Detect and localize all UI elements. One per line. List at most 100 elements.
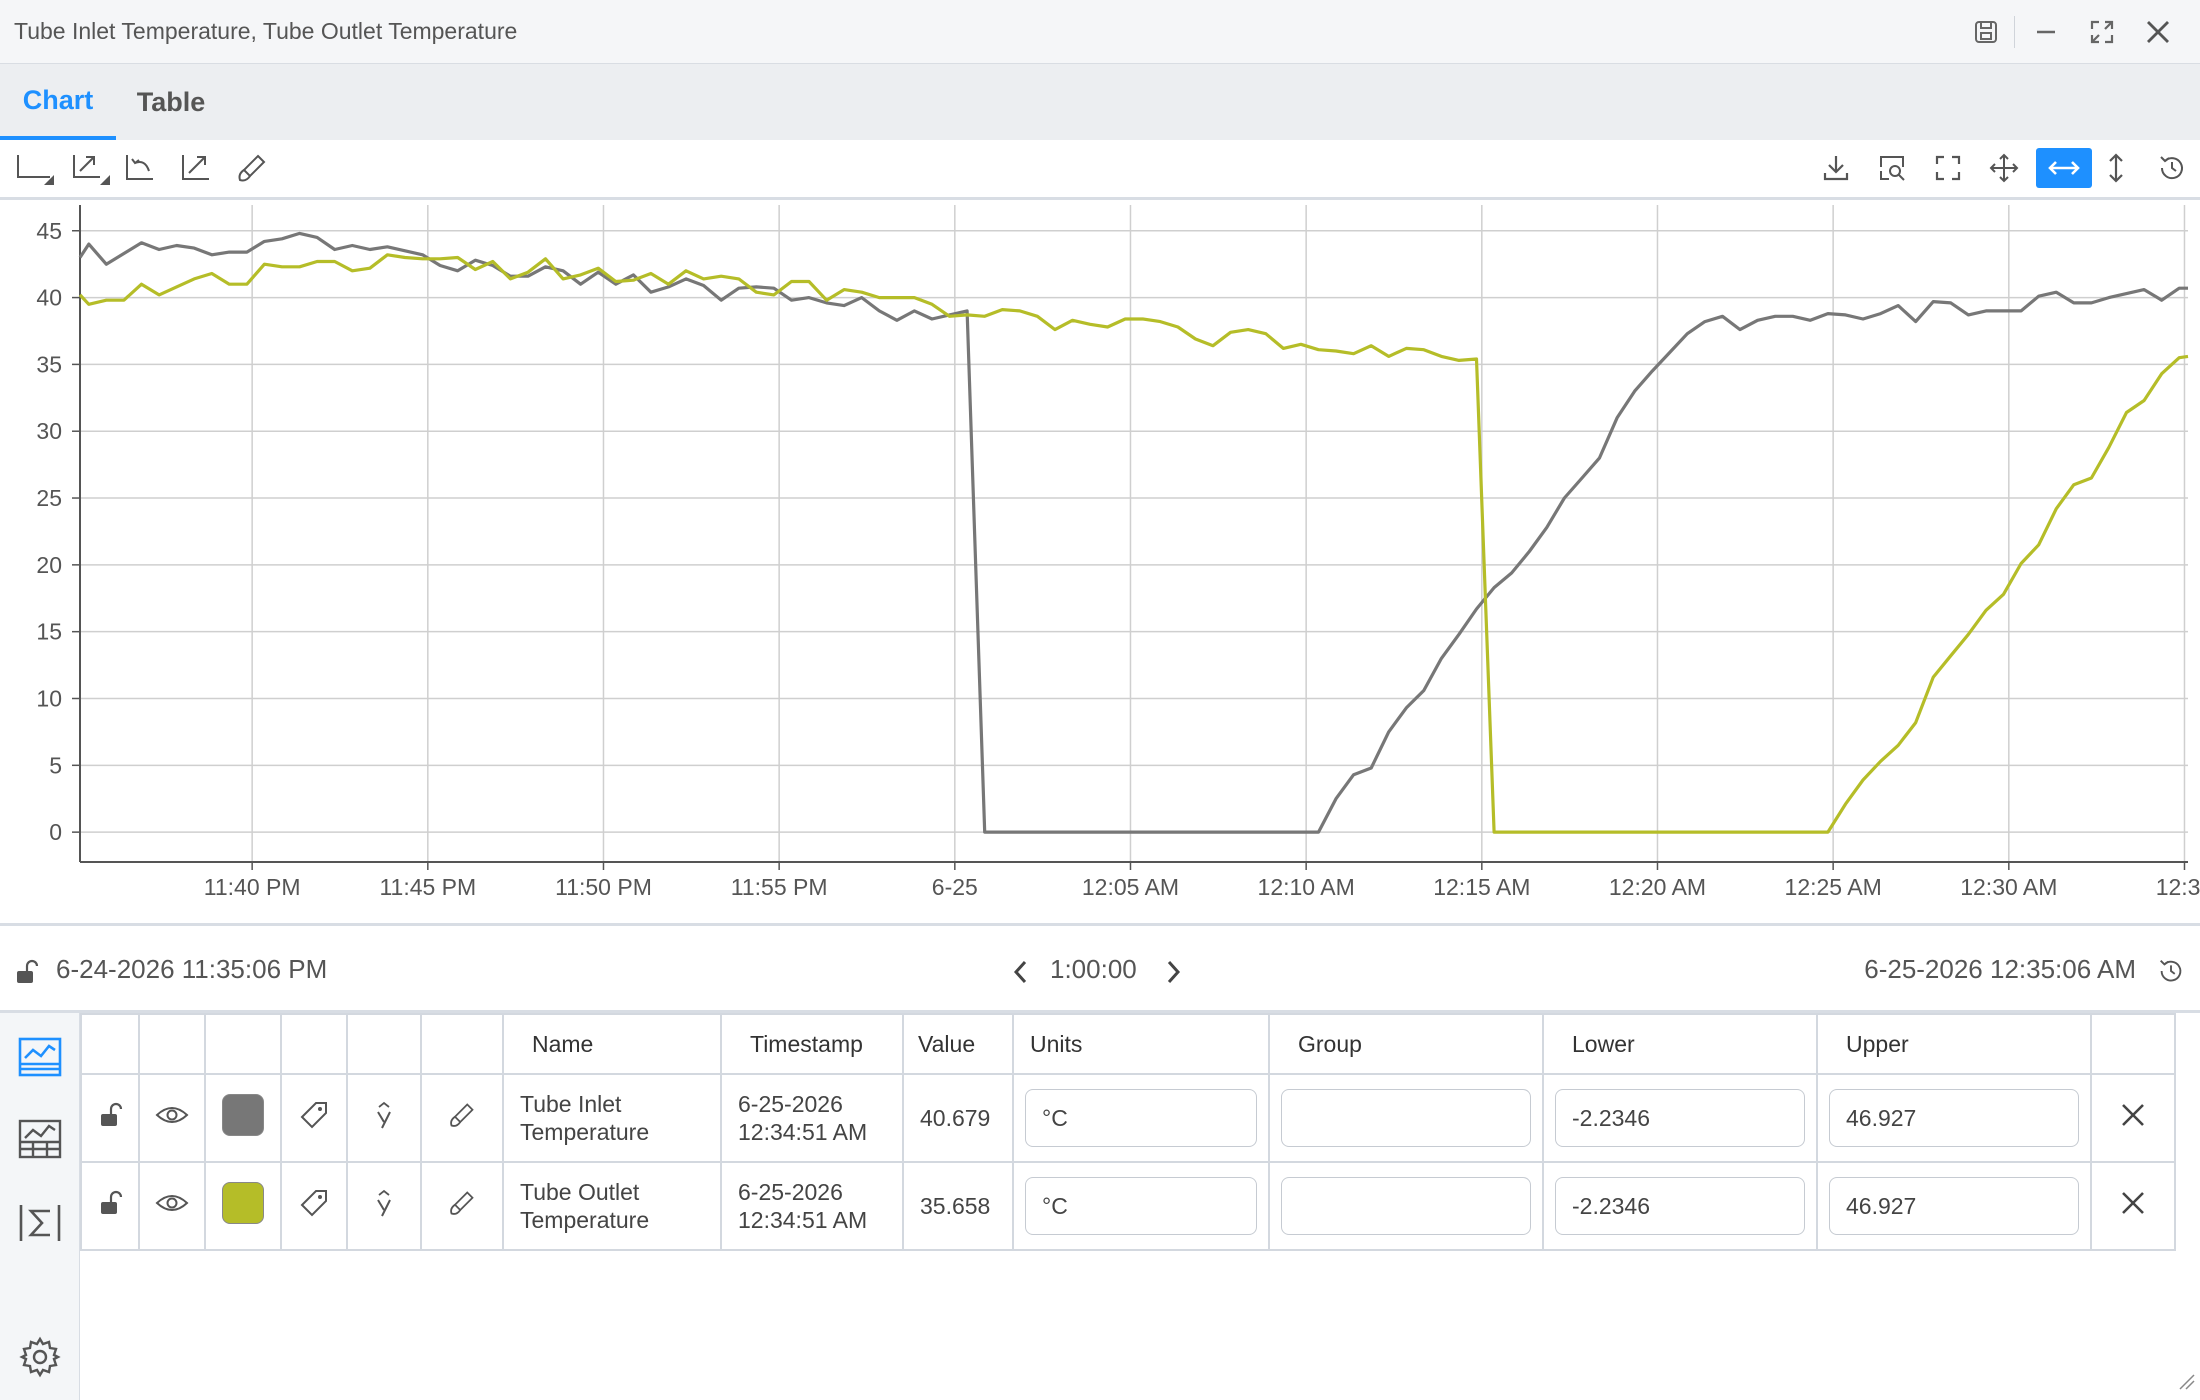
zoom-select-icon[interactable] <box>1870 148 1914 188</box>
unlock-icon[interactable] <box>97 1190 123 1216</box>
lower-field[interactable]: -2.2346 <box>1555 1089 1805 1147</box>
range-duration[interactable]: 1:00:00 <box>1050 954 1137 985</box>
x-tick-label: 12:05 AM <box>1082 874 1179 900</box>
vertical-zoom-icon[interactable] <box>2094 148 2138 188</box>
row-color[interactable] <box>204 1073 282 1163</box>
minimize-icon[interactable] <box>2028 14 2064 50</box>
upper-field[interactable]: 46.927 <box>1829 1089 2079 1147</box>
autoscale-icon[interactable] <box>174 148 218 188</box>
reset-time-icon[interactable] <box>2154 954 2188 988</box>
row-lower[interactable]: -2.2346 <box>1542 1073 1818 1163</box>
row-color[interactable] <box>204 1161 282 1251</box>
chevron-left-icon[interactable] <box>1004 954 1036 990</box>
y-tick-label: 25 <box>36 485 62 511</box>
x-tick-label: 11:50 PM <box>555 874 652 900</box>
eye-icon[interactable] <box>155 1103 189 1127</box>
upper-field[interactable]: 46.927 <box>1829 1177 2079 1235</box>
zoom-axis-icon[interactable] <box>68 148 112 188</box>
undo-zoom-icon[interactable] <box>118 148 162 188</box>
row-axis[interactable] <box>346 1161 422 1251</box>
row-group[interactable] <box>1268 1161 1544 1251</box>
row-timestamp-time: 12:34:51 AM <box>738 1207 868 1233</box>
row-lock[interactable] <box>80 1073 140 1163</box>
chevron-right-icon[interactable] <box>1158 954 1190 990</box>
group-field[interactable] <box>1281 1177 1531 1235</box>
tab-chart[interactable]: Chart <box>0 64 116 140</box>
table-view-icon[interactable] <box>14 1113 66 1165</box>
statistics-icon[interactable] <box>14 1197 66 1249</box>
table-row: Tube Inlet Temperature 6-25-2026 12:34:51 … <box>80 1073 2176 1163</box>
lower-field[interactable]: -2.2346 <box>1555 1177 1805 1235</box>
trend-chart[interactable]: 45 40 35 30 25 20 15 10 5 0 11:40 PM 11:45 PM 11:50 … <box>0 203 2200 923</box>
color-swatch[interactable] <box>222 1182 264 1224</box>
header-value[interactable]: Value <box>902 1013 1014 1075</box>
left-panel-sidebar <box>0 1013 80 1400</box>
trends-table: Name Timestamp Value Units Group Lower U… <box>80 1013 2176 1251</box>
row-axis[interactable] <box>346 1073 422 1163</box>
row-lower[interactable]: -2.2346 <box>1542 1161 1818 1251</box>
x-tick-label: 12:30 AM <box>1960 874 2057 900</box>
trend-view-icon[interactable] <box>14 1031 66 1083</box>
history-icon[interactable] <box>2150 148 2194 188</box>
row-tag[interactable] <box>280 1161 348 1251</box>
tag-icon[interactable] <box>298 1187 330 1219</box>
units-field[interactable]: °C <box>1025 1089 1257 1147</box>
settings-icon[interactable] <box>14 1331 66 1383</box>
header-tag <box>280 1013 348 1075</box>
x-tick-label: 12:25 AM <box>1785 874 1882 900</box>
tab-table[interactable]: Table <box>126 64 216 140</box>
row-remove[interactable] <box>2090 1073 2176 1163</box>
tag-icon[interactable] <box>298 1099 330 1131</box>
range-start[interactable]: 6-24-2026 11:35:06 PM <box>56 954 327 985</box>
header-units[interactable]: Units <box>1012 1013 1270 1075</box>
close-icon[interactable] <box>2119 1189 2147 1217</box>
y-hat-icon[interactable] <box>371 1188 397 1218</box>
header-timestamp[interactable]: Timestamp <box>720 1013 904 1075</box>
row-value: 35.658 <box>902 1161 1014 1251</box>
y-hat-icon[interactable] <box>371 1100 397 1130</box>
brush-icon[interactable] <box>230 148 274 188</box>
row-remove[interactable] <box>2090 1161 2176 1251</box>
close-icon[interactable] <box>2119 1101 2147 1129</box>
row-style[interactable] <box>420 1161 504 1251</box>
row-timestamp-date: 6-25-2026 <box>738 1179 843 1205</box>
row-visibility[interactable] <box>138 1161 206 1251</box>
row-units[interactable]: °C <box>1012 1161 1270 1251</box>
fullscreen-icon[interactable] <box>1926 148 1970 188</box>
y-tick-label: 30 <box>36 418 62 444</box>
header-lower[interactable]: Lower <box>1542 1013 1818 1075</box>
color-swatch[interactable] <box>222 1094 264 1136</box>
x-tick-label: 11:45 PM <box>379 874 476 900</box>
save-icon[interactable] <box>1968 14 2004 50</box>
maximize-icon[interactable] <box>2084 14 2120 50</box>
download-icon[interactable] <box>1814 148 1858 188</box>
axis-icon[interactable] <box>12 148 56 188</box>
time-range-bar: 6-24-2026 11:35:06 PM 1:00:00 6-25-2026 … <box>0 923 2200 1013</box>
row-value: 40.679 <box>902 1073 1014 1163</box>
row-style[interactable] <box>420 1073 504 1163</box>
row-visibility[interactable] <box>138 1073 206 1163</box>
chart-svg[interactable]: 45 40 35 30 25 20 15 10 5 0 11:40 PM 11:45 PM 11:50 … <box>0 203 2200 923</box>
group-field[interactable] <box>1281 1089 1531 1147</box>
row-lock[interactable] <box>80 1161 140 1251</box>
header-name[interactable]: Name <box>502 1013 722 1075</box>
range-end[interactable]: 6-25-2026 12:35:06 AM <box>1864 954 2136 985</box>
unlock-icon[interactable] <box>97 1102 123 1128</box>
brush-icon[interactable] <box>448 1189 476 1217</box>
horizontal-zoom-icon[interactable] <box>2036 148 2092 188</box>
header-upper[interactable]: Upper <box>1816 1013 2092 1075</box>
row-upper[interactable]: 46.927 <box>1816 1161 2092 1251</box>
pan-icon[interactable] <box>1982 148 2026 188</box>
row-upper[interactable]: 46.927 <box>1816 1073 2092 1163</box>
row-tag[interactable] <box>280 1073 348 1163</box>
close-icon[interactable] <box>2140 14 2176 50</box>
x-tick-label: 11:40 PM <box>204 874 301 900</box>
header-group[interactable]: Group <box>1268 1013 1544 1075</box>
row-group[interactable] <box>1268 1073 1544 1163</box>
units-field[interactable]: °C <box>1025 1177 1257 1235</box>
unlock-icon[interactable] <box>10 956 42 988</box>
eye-icon[interactable] <box>155 1191 189 1215</box>
brush-icon[interactable] <box>448 1101 476 1129</box>
row-units[interactable]: °C <box>1012 1073 1270 1163</box>
resize-grip-icon[interactable] <box>2176 1371 2196 1396</box>
